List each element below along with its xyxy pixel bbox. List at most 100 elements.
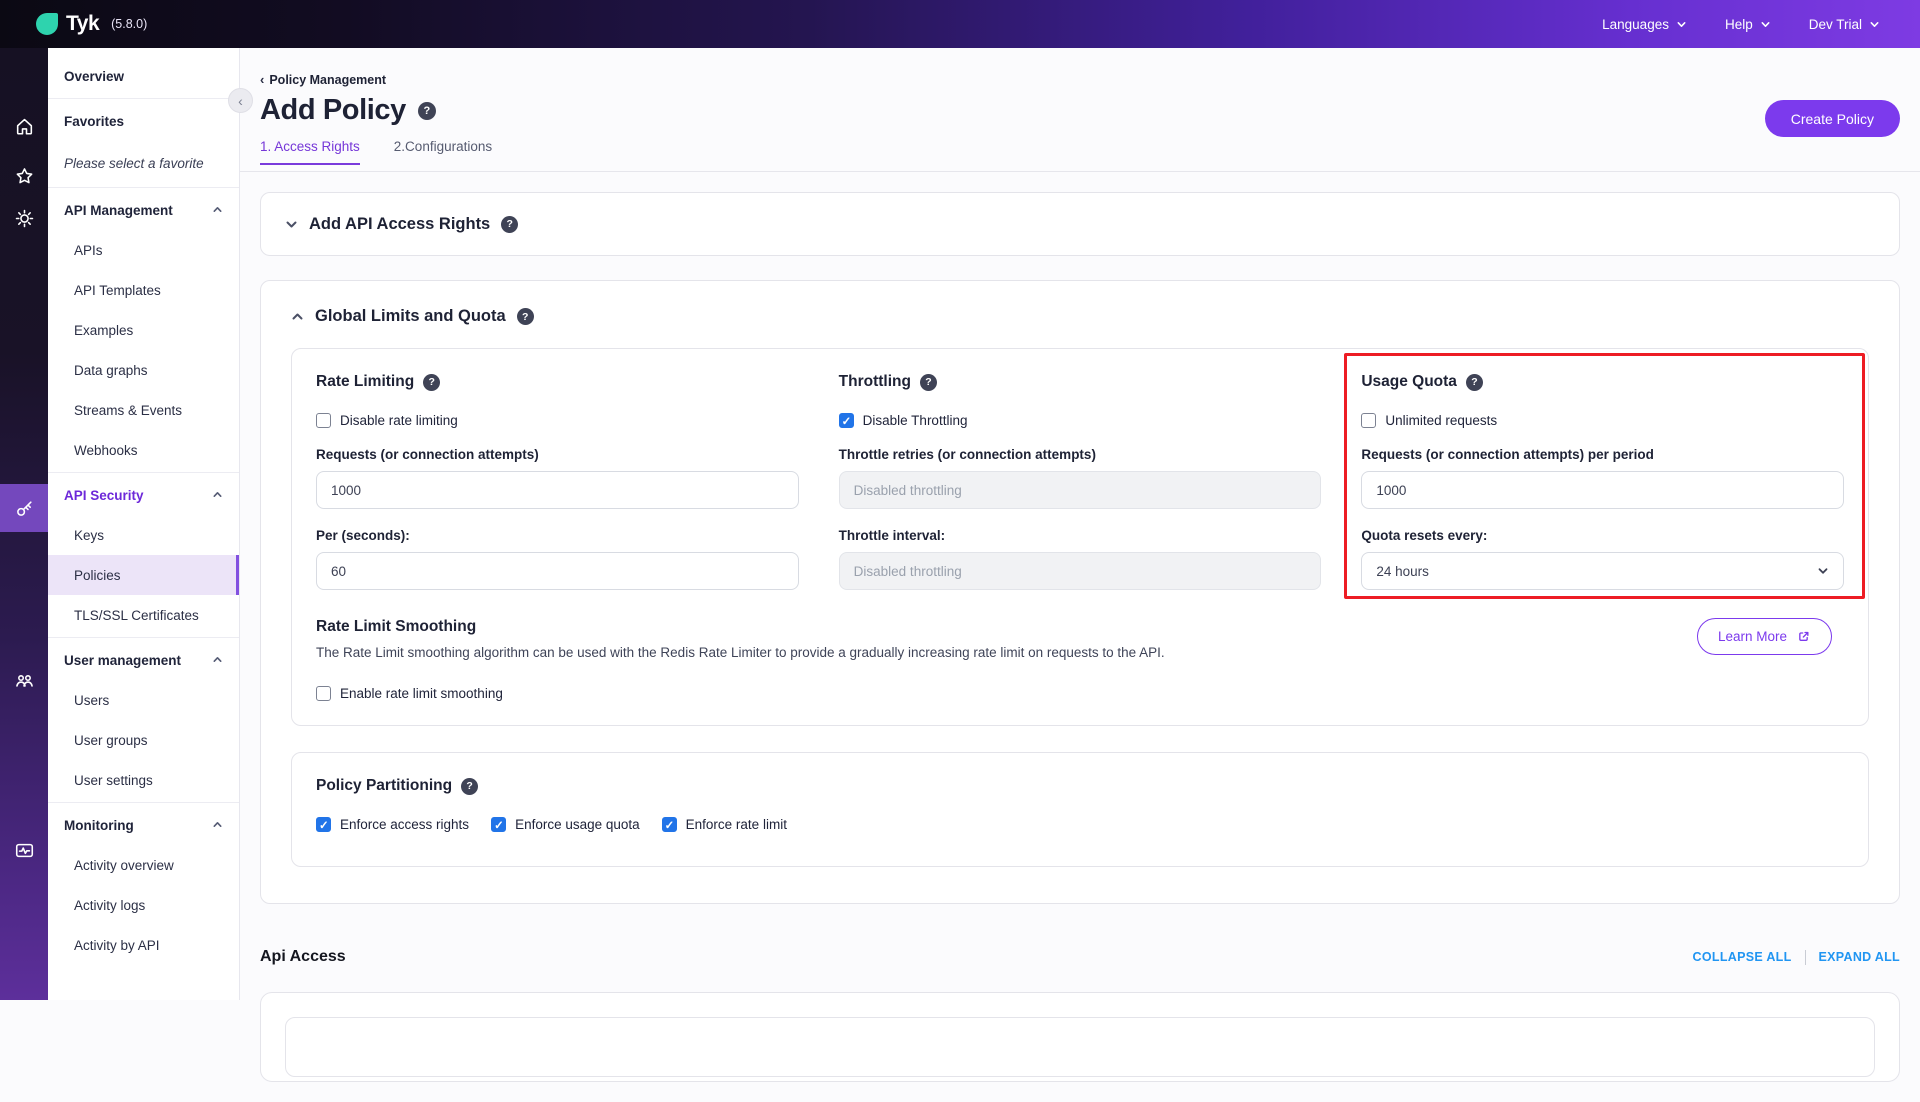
sidebar-item-streams-events[interactable]: Streams & Events: [48, 390, 239, 430]
api-access-title: Api Access: [260, 948, 346, 966]
sidebar: OverviewFavoritesPlease select a favorit…: [48, 48, 240, 1000]
partition-label: Enforce rate limit: [686, 817, 787, 832]
topbar-menu-label: Dev Trial: [1809, 17, 1862, 32]
throttle-retries-label: Throttle retries (or connection attempts…: [839, 447, 1322, 462]
rate-limiting-help-icon[interactable]: ?: [423, 374, 440, 391]
sidebar-divider: [48, 98, 239, 99]
unlimited-requests-label: Unlimited requests: [1385, 413, 1497, 428]
page-title-help-icon[interactable]: ?: [418, 102, 436, 120]
create-policy-button[interactable]: Create Policy: [1765, 100, 1900, 137]
enable-smoothing-checkbox[interactable]: [316, 686, 331, 701]
enforce-rate-limit-checkbox[interactable]: [662, 817, 677, 832]
page-header: ‹ Policy Management Add Policy ? 1. Acce…: [240, 48, 1920, 172]
api-management-icon[interactable]: [0, 196, 48, 240]
access-rights-card-title: Add API Access Rights: [309, 215, 490, 234]
sidebar-item-api-management[interactable]: API Management: [48, 190, 239, 230]
disable-rate-limiting-row[interactable]: Disable rate limiting: [316, 413, 799, 428]
sidebar-item-activity-logs[interactable]: Activity logs: [48, 885, 239, 925]
disable-throttling-checkbox[interactable]: [839, 413, 854, 428]
tab-1-access-rights[interactable]: 1. Access Rights: [260, 139, 360, 165]
global-limits-help-icon[interactable]: ?: [517, 308, 534, 325]
requests-input[interactable]: [316, 471, 799, 509]
sidebar-item-examples[interactable]: Examples: [48, 310, 239, 350]
policy-partitioning-help-icon[interactable]: ?: [461, 778, 478, 795]
chevron-up-icon: [212, 818, 223, 833]
user-management-icon[interactable]: [0, 658, 48, 702]
sidebar-item-users[interactable]: Users: [48, 680, 239, 720]
sidebar-item-user-settings[interactable]: User settings: [48, 760, 239, 800]
api-access-inner-card: [285, 1017, 1875, 1077]
sidebar-item-webhooks[interactable]: Webhooks: [48, 430, 239, 470]
enable-smoothing-row[interactable]: Enable rate limit smoothing: [316, 686, 1844, 701]
api-security-key-icon[interactable]: [0, 484, 48, 532]
quota-requests-input[interactable]: [1361, 471, 1844, 509]
enforce-access-rights-checkbox[interactable]: [316, 817, 331, 832]
topbar-menu-dev-trial[interactable]: Dev Trial: [1809, 17, 1880, 32]
unlimited-requests-checkbox[interactable]: [1361, 413, 1376, 428]
per-seconds-input[interactable]: [316, 552, 799, 590]
sidebar-collapse-button[interactable]: ‹: [228, 88, 253, 113]
unlimited-requests-row[interactable]: Unlimited requests: [1361, 413, 1844, 428]
star-icon[interactable]: [0, 154, 48, 198]
expand-all-link[interactable]: EXPAND ALL: [1819, 950, 1900, 964]
partition-row-enforce-rate-limit[interactable]: Enforce rate limit: [662, 817, 787, 832]
sidebar-item-policies[interactable]: Policies: [48, 555, 239, 595]
global-limits-card: Global Limits and Quota ? Rate Limiting …: [260, 280, 1900, 904]
breadcrumb[interactable]: ‹ Policy Management: [260, 72, 1900, 87]
partition-label: Enforce usage quota: [515, 817, 640, 832]
sidebar-item-keys[interactable]: Keys: [48, 515, 239, 555]
sidebar-item-data-graphs[interactable]: Data graphs: [48, 350, 239, 390]
topbar-menu-languages[interactable]: Languages: [1602, 17, 1687, 32]
learn-more-button[interactable]: Learn More: [1697, 618, 1832, 655]
partition-label: Enforce access rights: [340, 817, 469, 832]
global-limits-card-header[interactable]: Global Limits and Quota ?: [291, 307, 1869, 326]
sidebar-item-activity-by-api[interactable]: Activity by API: [48, 925, 239, 965]
sidebar-item-favorites[interactable]: Favorites: [48, 101, 239, 141]
sidebar-item-label: Overview: [64, 69, 124, 84]
sidebar-item-user-groups[interactable]: User groups: [48, 720, 239, 760]
tyk-leaf-icon: [36, 13, 58, 35]
sidebar-item-api-templates[interactable]: API Templates: [48, 270, 239, 310]
tab-2-configurations[interactable]: 2.Configurations: [394, 139, 492, 165]
sidebar-item-tls-ssl-certificates[interactable]: TLS/SSL Certificates: [48, 595, 239, 635]
chevron-up-icon: [291, 310, 304, 323]
sidebar-item-activity-overview[interactable]: Activity overview: [48, 845, 239, 885]
quota-resets-value: 24 hours: [1376, 564, 1429, 579]
throttling-help-icon[interactable]: ?: [920, 374, 937, 391]
sidebar-item-label: Policies: [74, 568, 121, 583]
sidebar-item-label: User management: [64, 653, 181, 668]
throttle-retries-input: [839, 471, 1322, 509]
home-icon[interactable]: [0, 104, 48, 148]
throttle-interval-input: [839, 552, 1322, 590]
disable-rate-limiting-checkbox[interactable]: [316, 413, 331, 428]
disable-throttling-row[interactable]: Disable Throttling: [839, 413, 1322, 428]
sidebar-item-apis[interactable]: APIs: [48, 230, 239, 270]
disable-throttling-label: Disable Throttling: [863, 413, 968, 428]
usage-quota-help-icon[interactable]: ?: [1466, 374, 1483, 391]
access-rights-card-header[interactable]: Add API Access Rights ?: [285, 215, 518, 234]
global-limits-card-title: Global Limits and Quota: [315, 307, 506, 326]
partition-row-enforce-usage-quota[interactable]: Enforce usage quota: [491, 817, 640, 832]
partition-row-enforce-access-rights[interactable]: Enforce access rights: [316, 817, 469, 832]
chevron-down-icon: [285, 218, 298, 231]
sidebar-item-overview[interactable]: Overview: [48, 56, 239, 96]
topbar-menu-help[interactable]: Help: [1725, 17, 1771, 32]
sidebar-item-monitoring[interactable]: Monitoring: [48, 805, 239, 845]
monitoring-icon[interactable]: [0, 828, 48, 872]
icon-rail: [0, 48, 48, 1000]
limits-panel: Rate Limiting ? Disable rate limiting Re…: [291, 348, 1869, 726]
sidebar-item-user-management[interactable]: User management: [48, 640, 239, 680]
collapse-all-link[interactable]: COLLAPSE ALL: [1693, 950, 1792, 964]
sidebar-item-label: Activity by API: [74, 938, 160, 953]
sidebar-item-label: API Security: [64, 488, 144, 503]
quota-resets-select[interactable]: 24 hours: [1361, 552, 1844, 590]
smoothing-title: Rate Limit Smoothing: [316, 618, 1165, 636]
sidebar-item-api-security[interactable]: API Security: [48, 475, 239, 515]
topbar-menus: Languages Help Dev Trial: [1602, 17, 1880, 32]
enable-smoothing-label: Enable rate limit smoothing: [340, 686, 503, 701]
tyk-logo[interactable]: Tyk (5.8.0): [36, 12, 147, 36]
sidebar-item-label: User groups: [74, 733, 148, 748]
access-rights-help-icon[interactable]: ?: [501, 216, 518, 233]
brand-name: Tyk: [66, 12, 99, 36]
enforce-usage-quota-checkbox[interactable]: [491, 817, 506, 832]
